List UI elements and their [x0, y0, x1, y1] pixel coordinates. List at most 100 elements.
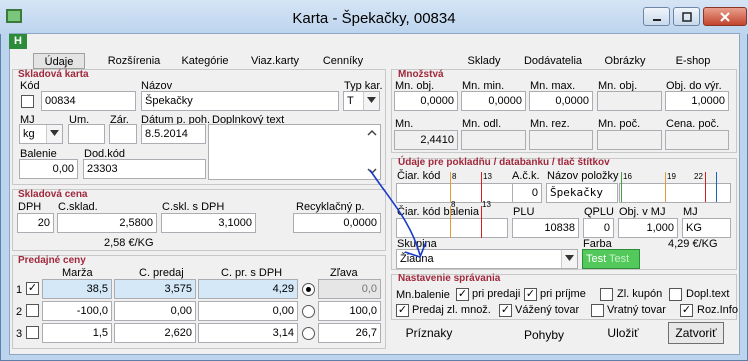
cdph-cell[interactable]: 3,14	[198, 323, 298, 343]
zatvorit-button[interactable]: Zatvoriť	[668, 322, 724, 344]
cpredaj-cell[interactable]: 3,575	[114, 279, 196, 299]
price-radio[interactable]	[302, 305, 315, 318]
cdph-cell[interactable]: 0,00	[198, 301, 298, 321]
tab-obrazky[interactable]: Obrázky	[600, 53, 650, 69]
mn-obj-input[interactable]: 0,0000	[394, 91, 458, 111]
chevron-down-icon	[565, 255, 574, 261]
chevron-down-icon	[50, 130, 59, 136]
ack-input[interactable]: 0	[512, 183, 542, 203]
col-marza: Marža	[62, 267, 93, 279]
dodkod-input[interactable]: 23303	[83, 159, 206, 179]
zlava-cell[interactable]: 0,0	[318, 279, 381, 299]
tab-cenniky[interactable]: Cenníky	[320, 53, 366, 69]
scale-mark: 22	[694, 172, 703, 181]
scale-mark: 19	[667, 172, 676, 181]
pri-predaji-checkbox[interactable]: ✓	[456, 288, 469, 301]
predaj-zl-mnoz-checkbox[interactable]: ✓	[396, 304, 409, 317]
obj-do-vyr-input[interactable]: 1,0000	[665, 91, 729, 111]
zl-kupon-checkbox[interactable]	[600, 288, 613, 301]
typ-dropdown-button[interactable]	[363, 92, 379, 110]
cpredaj-cell[interactable]: 2,620	[114, 323, 196, 343]
marza-cell[interactable]: 38,5	[42, 279, 112, 299]
plu-input[interactable]: 10838	[512, 218, 579, 238]
tab-rozsirenia[interactable]: Rozšírenia	[104, 53, 164, 69]
tab-dodavatelia[interactable]: Dodávatelia	[521, 53, 585, 69]
skladova-cena-title: Skladová cena	[18, 189, 88, 200]
csklad-input[interactable]: 2,5800	[57, 213, 157, 233]
price-radio[interactable]	[302, 283, 315, 296]
pri-prijme-checkbox[interactable]: ✓	[524, 288, 537, 301]
tab-sklady[interactable]: Sklady	[464, 53, 504, 69]
cpredaj-cell[interactable]: 0,00	[114, 301, 196, 321]
scale-marker-orange	[450, 206, 451, 238]
vratny-tovar-checkbox[interactable]	[591, 304, 604, 317]
maximize-icon	[681, 11, 692, 22]
scale-mark: 13	[482, 200, 491, 209]
mn-max-input[interactable]: 0,0000	[529, 91, 593, 111]
tab-udaje[interactable]: Údaje	[33, 53, 85, 69]
plu-label: PLU	[513, 206, 535, 218]
roz-info-checkbox[interactable]: ✓	[680, 304, 693, 317]
predajne-ceny-title: Predajné ceny	[18, 255, 86, 266]
zar-input[interactable]	[109, 124, 137, 144]
scale-marker-orange	[450, 172, 451, 202]
mj-value: kg	[23, 128, 35, 140]
pri-prijme-label: pri príjme	[540, 288, 586, 300]
tab-kategorie[interactable]: Kategórie	[178, 53, 232, 69]
recyklacny-label: Recyklačný p.	[296, 201, 365, 213]
close-button[interactable]	[703, 7, 747, 26]
row-checkbox[interactable]	[26, 304, 39, 317]
cena-poc-label: Cena. poč.	[666, 118, 720, 130]
cskl-dph-input[interactable]: 3,1000	[161, 213, 256, 233]
scale-marker-red	[705, 172, 706, 202]
mn-rez-label: Mn. rez.	[530, 118, 570, 130]
mn-poc-input	[597, 130, 662, 150]
dph-input[interactable]: 20	[17, 213, 54, 233]
pri-predaji-label: pri predaji	[472, 288, 521, 300]
close-icon	[720, 11, 730, 22]
marza-cell[interactable]: 1,5	[42, 323, 112, 343]
doplnkovy-textarea[interactable]	[208, 124, 381, 180]
pokladna-mj-input[interactable]: KG	[682, 218, 731, 238]
label-scale-area	[619, 183, 731, 203]
vazeny-tovar-checkbox[interactable]: ✓	[499, 304, 512, 317]
datum-input[interactable]: 8.5.2014	[141, 124, 206, 144]
tab-viaz-karty[interactable]: Viaz.karty	[247, 53, 303, 69]
window-title: Karta - Špekačky, 00834	[292, 10, 456, 27]
zl-kupon-label: Zl. kupón	[617, 288, 663, 300]
mn-rez-input	[529, 130, 593, 150]
row-checkbox[interactable]: ✓	[26, 282, 39, 295]
zlava-cell[interactable]: 100,0	[318, 301, 381, 321]
farba-swatch[interactable]: Test Test	[582, 249, 640, 269]
marza-cell[interactable]: -100,0	[42, 301, 112, 321]
mj-dropdown-button[interactable]	[46, 125, 62, 143]
ulozit-button[interactable]: Uložiť	[603, 323, 643, 345]
price-radio[interactable]	[302, 327, 315, 340]
tab-eshop[interactable]: E-shop	[672, 53, 714, 69]
pohyby-button[interactable]: Pohyby	[520, 325, 568, 347]
balenie-input[interactable]: 0,00	[19, 159, 78, 179]
csklad-label: C.sklad.	[58, 201, 98, 213]
minimize-button[interactable]	[643, 7, 670, 26]
mn-odl-label: Mn. odl.	[462, 118, 502, 130]
scale-mark: 13	[483, 172, 492, 181]
maximize-button[interactable]	[673, 7, 700, 26]
priznaky-button[interactable]: Príznaky	[398, 323, 460, 345]
nazov-input[interactable]: Špekačky	[141, 91, 339, 111]
kod-input[interactable]: 00834	[41, 91, 136, 111]
nazov-polozky-input[interactable]: Špekačky	[546, 183, 618, 203]
mn-min-input[interactable]: 0,0000	[461, 91, 526, 111]
row-checkbox[interactable]	[26, 326, 39, 339]
skupina-dropdown-button[interactable]	[561, 250, 577, 268]
cdph-cell[interactable]: 4,29	[198, 279, 298, 299]
skladova-per-unit: 2,58 €/KG	[104, 237, 154, 249]
dopl-text-label: Dopl.text	[686, 288, 730, 300]
mn-poc-label: Mn. poč.	[598, 118, 641, 130]
dopl-text-checkbox[interactable]	[669, 288, 682, 301]
qplu-input[interactable]: 0	[583, 218, 614, 238]
kod-checkbox[interactable]	[21, 95, 34, 108]
farba-text: Test	[586, 253, 607, 265]
zlava-cell[interactable]: 26,7	[318, 323, 381, 343]
um-input[interactable]	[68, 124, 105, 144]
obj-mj-input[interactable]: 1,000	[618, 218, 678, 238]
